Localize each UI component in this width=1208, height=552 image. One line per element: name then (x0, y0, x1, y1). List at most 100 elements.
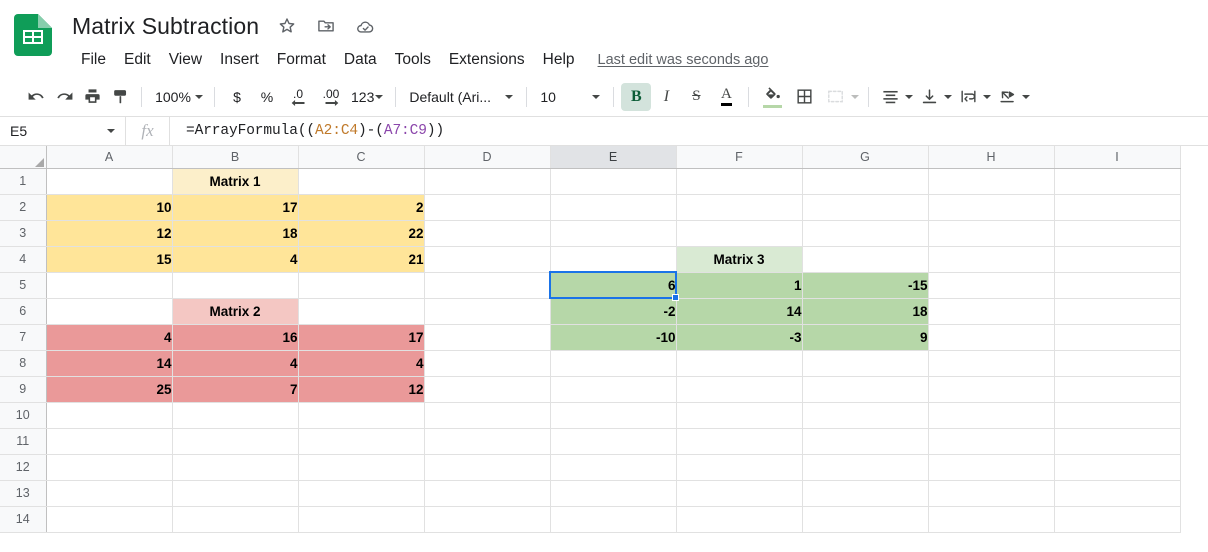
cell-c1[interactable] (298, 168, 425, 195)
cell-a7[interactable]: 4 (46, 324, 173, 351)
cell-g12[interactable] (802, 454, 929, 481)
cell-c14[interactable] (298, 506, 425, 533)
column-header-i[interactable]: I (1054, 146, 1181, 169)
column-header-d[interactable]: D (424, 146, 551, 169)
cell-g4[interactable] (802, 246, 929, 273)
print-icon[interactable] (78, 83, 106, 111)
cell-e8[interactable] (550, 350, 677, 377)
cell-g2[interactable] (802, 194, 929, 221)
page-title[interactable]: Matrix Subtraction (72, 13, 259, 40)
cell-f13[interactable] (676, 480, 803, 507)
cell-i2[interactable] (1054, 194, 1181, 221)
text-rotation-icon[interactable] (993, 83, 1021, 111)
cell-i11[interactable] (1054, 428, 1181, 455)
cell-f10[interactable] (676, 402, 803, 429)
cell-f7[interactable]: -3 (676, 324, 803, 351)
currency-format-button[interactable]: $ (222, 83, 252, 111)
text-wrap-group[interactable] (954, 83, 993, 111)
text-rotation-group[interactable] (993, 83, 1032, 111)
zoom-selector[interactable]: 100% (149, 83, 207, 111)
row-header-4[interactable]: 4 (0, 246, 47, 273)
row-header-6[interactable]: 6 (0, 298, 47, 325)
menu-item-insert[interactable]: Insert (211, 48, 268, 72)
cell-c8[interactable]: 4 (298, 350, 425, 377)
cell-c10[interactable] (298, 402, 425, 429)
row-header-9[interactable]: 9 (0, 376, 47, 403)
redo-icon[interactable] (50, 83, 78, 111)
cell-b2[interactable]: 17 (172, 194, 299, 221)
cell-b11[interactable] (172, 428, 299, 455)
cell-a4[interactable]: 15 (46, 246, 173, 273)
cell-g10[interactable] (802, 402, 929, 429)
cell-h11[interactable] (928, 428, 1055, 455)
column-header-c[interactable]: C (298, 146, 425, 169)
cell-c6[interactable] (298, 298, 425, 325)
cell-f5[interactable]: 1 (676, 272, 803, 299)
undo-icon[interactable] (22, 83, 50, 111)
cell-h5[interactable] (928, 272, 1055, 299)
bold-button[interactable]: B (621, 82, 652, 111)
cell-d9[interactable] (424, 376, 551, 403)
column-header-g[interactable]: G (802, 146, 929, 169)
cell-d10[interactable] (424, 402, 551, 429)
cell-c4[interactable]: 21 (298, 246, 425, 273)
cell-h1[interactable] (928, 168, 1055, 195)
cell-i12[interactable] (1054, 454, 1181, 481)
cell-b12[interactable] (172, 454, 299, 481)
row-header-1[interactable]: 1 (0, 168, 47, 195)
cell-i14[interactable] (1054, 506, 1181, 533)
cell-i7[interactable] (1054, 324, 1181, 351)
row-header-12[interactable]: 12 (0, 454, 47, 481)
cell-e2[interactable] (550, 194, 677, 221)
cell-h4[interactable] (928, 246, 1055, 273)
more-formats-button[interactable]: 123 (348, 83, 388, 111)
name-box[interactable]: E5 (0, 116, 126, 146)
cell-b14[interactable] (172, 506, 299, 533)
merge-cells-group[interactable] (820, 83, 861, 111)
cell-h3[interactable] (928, 220, 1055, 247)
cell-h7[interactable] (928, 324, 1055, 351)
row-header-10[interactable]: 10 (0, 402, 47, 429)
menu-item-view[interactable]: View (160, 48, 211, 72)
cell-b4[interactable]: 4 (172, 246, 299, 273)
fill-color-icon[interactable] (756, 83, 788, 111)
cell-a13[interactable] (46, 480, 173, 507)
cell-g11[interactable] (802, 428, 929, 455)
cell-a14[interactable] (46, 506, 173, 533)
row-header-5[interactable]: 5 (0, 272, 47, 299)
cell-c11[interactable] (298, 428, 425, 455)
horizontal-align-group[interactable] (876, 83, 915, 111)
select-all-corner[interactable] (0, 146, 47, 169)
move-to-folder-icon[interactable] (316, 16, 336, 36)
cell-g1[interactable] (802, 168, 929, 195)
cell-i6[interactable] (1054, 298, 1181, 325)
cell-i9[interactable] (1054, 376, 1181, 403)
cell-d12[interactable] (424, 454, 551, 481)
row-header-3[interactable]: 3 (0, 220, 47, 247)
cell-h12[interactable] (928, 454, 1055, 481)
cell-d11[interactable] (424, 428, 551, 455)
cell-e1[interactable] (550, 168, 677, 195)
cell-c5[interactable] (298, 272, 425, 299)
cell-g6[interactable]: 18 (802, 298, 929, 325)
cell-i8[interactable] (1054, 350, 1181, 377)
cell-a1[interactable] (46, 168, 173, 195)
cell-a8[interactable]: 14 (46, 350, 173, 377)
menu-item-tools[interactable]: Tools (386, 48, 440, 72)
column-header-f[interactable]: F (676, 146, 803, 169)
cell-b9[interactable]: 7 (172, 376, 299, 403)
cell-a6[interactable] (46, 298, 173, 325)
cell-f9[interactable] (676, 376, 803, 403)
cell-i5[interactable] (1054, 272, 1181, 299)
row-header-11[interactable]: 11 (0, 428, 47, 455)
menu-item-format[interactable]: Format (268, 48, 335, 72)
column-header-h[interactable]: H (928, 146, 1055, 169)
cell-f4[interactable]: Matrix 3 (676, 246, 803, 273)
horizontal-align-icon[interactable] (876, 83, 904, 111)
cell-d4[interactable] (424, 246, 551, 273)
cell-h8[interactable] (928, 350, 1055, 377)
row-header-14[interactable]: 14 (0, 506, 47, 533)
menu-item-data[interactable]: Data (335, 48, 386, 72)
menu-item-help[interactable]: Help (534, 48, 584, 72)
cell-b7[interactable]: 16 (172, 324, 299, 351)
